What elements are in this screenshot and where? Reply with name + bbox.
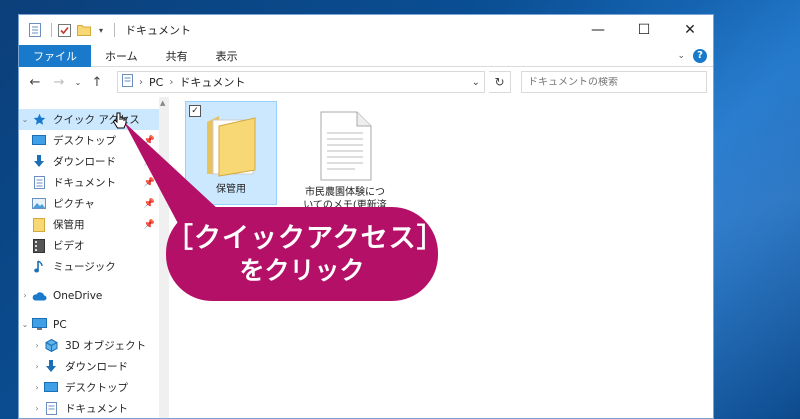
- callout-text-line1: ［クイックアクセス］: [166, 223, 445, 254]
- instruction-callout: ［クイックアクセス］ をクリック: [166, 207, 445, 301]
- callout-text-line2: をクリック: [239, 256, 365, 285]
- hand-cursor-icon: [112, 112, 128, 135]
